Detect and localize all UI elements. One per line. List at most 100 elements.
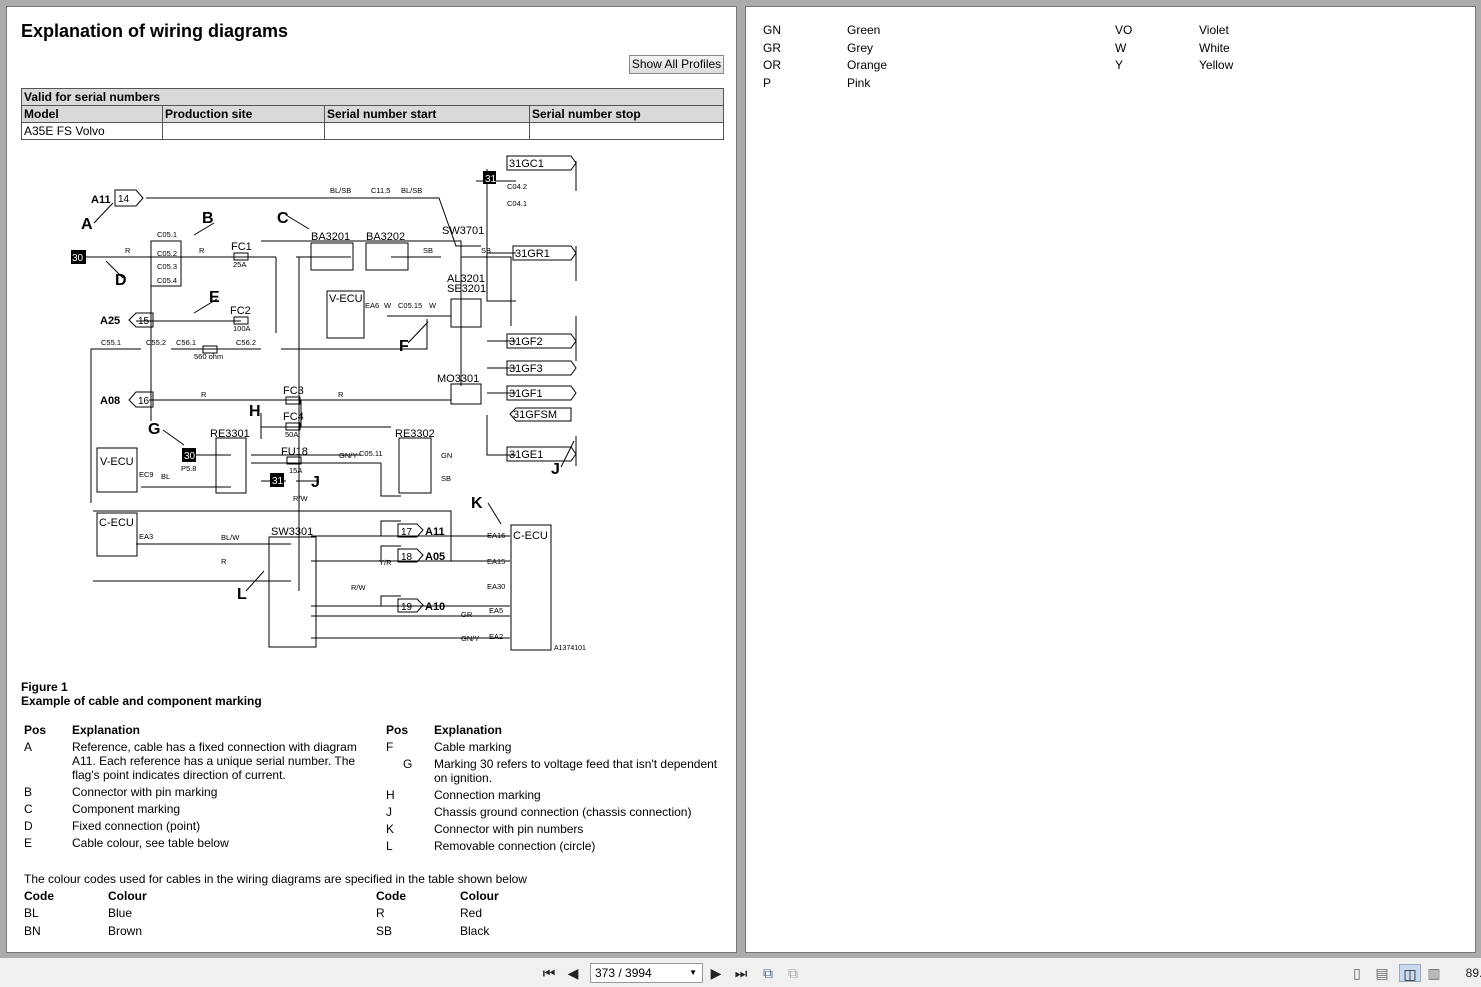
colour-table-right: VO Violet W White Y Yellow — [1115, 23, 1455, 76]
flag-number: 18 — [401, 552, 413, 563]
wire-label: EC9 — [139, 470, 154, 479]
prev-page-icon[interactable]: ◀ — [566, 964, 580, 982]
col-header: Serial number stop — [529, 105, 724, 123]
component-label: V-ECU — [329, 293, 363, 305]
wire-label: C56.1 — [176, 338, 196, 347]
marker-letter: F — [399, 338, 409, 355]
table-row: VO Violet — [1115, 23, 1455, 41]
cell — [324, 122, 530, 140]
colour-table-right: Code Colour R Red SB Black — [376, 889, 716, 941]
figure-title: Example of cable and component marking — [21, 694, 262, 708]
wire-label: BL — [161, 472, 170, 481]
figure-id: A1374101 — [554, 645, 586, 652]
component-label: FC2 — [230, 305, 251, 317]
ref-label: A11 — [91, 194, 111, 206]
wire-label: 100A — [233, 324, 251, 333]
colour-code: SB — [376, 923, 393, 938]
wiring-diagram: 30 31 30 31 A B C D E F G H J J K L A11 … — [71, 155, 586, 652]
flag-number: 19 — [401, 602, 413, 613]
explanation-text: Connector with pin numbers — [434, 822, 584, 836]
explanation-text: Reference, cable has a fixed connection … — [72, 740, 357, 782]
wire-label: W — [384, 301, 392, 310]
colour-code: P — [763, 75, 772, 90]
copy-icon[interactable]: ⧉ — [784, 964, 802, 982]
colour-name: Green — [847, 23, 881, 37]
facing-continuous-icon[interactable]: ▥ — [1426, 964, 1442, 982]
col-header: Production site — [162, 105, 325, 123]
header-pos: Pos — [386, 723, 409, 737]
zoom-level[interactable]: 89. — [1464, 964, 1481, 982]
colour-name: White — [1199, 40, 1230, 55]
pos-letter: B — [24, 785, 33, 799]
wire-label: SB — [423, 246, 433, 255]
ground-label: 31GFSM — [513, 409, 557, 421]
colour-code: W — [1115, 40, 1127, 55]
wire-label: EA5 — [489, 606, 503, 615]
table-row: P Pink — [763, 76, 1103, 94]
cell — [529, 122, 724, 140]
wire-label: EA3 — [139, 532, 153, 541]
wire-label: R — [125, 246, 131, 255]
single-page-icon[interactable]: ▯ — [1349, 964, 1365, 982]
explanation-text: Chassis ground connection (chassis conne… — [434, 805, 692, 819]
facing-icon[interactable]: ◫ — [1399, 964, 1421, 982]
colour-name: Blue — [108, 906, 133, 920]
pos-letter: E — [24, 836, 33, 850]
continuous-icon[interactable]: ▤ — [1374, 964, 1390, 982]
wire-label: R/W — [351, 583, 367, 592]
serial-table: Valid for serial numbers Model Productio… — [21, 88, 724, 140]
table-row: BN Brown — [24, 924, 364, 942]
explanations-left: Pos Explanation A Reference, cable has a f… — [24, 723, 374, 853]
component-label: RE3302 — [395, 428, 435, 440]
show-all-profiles-button[interactable]: Show All Profiles — [629, 55, 724, 74]
header-explanation: Explanation — [434, 723, 503, 737]
wire-label: R — [338, 390, 344, 399]
cell — [162, 122, 325, 140]
last-page-icon[interactable]: ⏭ — [733, 964, 749, 982]
list-item: C Component marking — [24, 802, 374, 816]
first-page-icon[interactable]: ⏮ — [541, 964, 557, 982]
marker-letter: B — [202, 210, 214, 227]
wire-label: C56.2 — [236, 338, 256, 347]
flag-number: 15 — [138, 316, 150, 327]
marker-letter: H — [249, 403, 261, 420]
colour-name: Pink — [847, 75, 871, 90]
ground-label: 31GF3 — [509, 363, 543, 375]
wire-label: R — [199, 246, 205, 255]
wire-label: GN/Y — [461, 634, 479, 643]
colour-name: Red — [460, 906, 483, 920]
wire-label: P5.8 — [181, 464, 196, 473]
flag-number: 17 — [401, 527, 413, 538]
flag-number: 16 — [138, 396, 150, 407]
component-label: V-ECU — [100, 456, 134, 468]
colour-code: Y — [1115, 58, 1124, 72]
marker-letter: A — [81, 216, 93, 233]
ref-label: A11 — [425, 526, 445, 538]
wire-label: C05.2 — [157, 249, 177, 258]
marker-letter: J — [551, 461, 560, 478]
wire-label: C04.2 — [507, 182, 527, 191]
ground-label: 31GR1 — [515, 248, 550, 260]
component-label: MO3301 — [437, 373, 479, 385]
page-number: 373 / 3994 — [595, 966, 652, 980]
colour-code: GN — [763, 23, 781, 37]
explanation-text: Fixed connection (point) — [72, 819, 201, 833]
pos-letter: J — [386, 805, 392, 819]
wire-label: C55.2 — [146, 338, 166, 347]
header-code: Code — [24, 889, 54, 903]
colour-name: Yellow — [1199, 58, 1234, 72]
viewer-toolbar: ⏮ ◀ 373 / 3994 ▼ ▶ ⏭ ⧉ ⧉ ▯ ▤ ◫ ▥ 89. — [0, 958, 1481, 987]
wire-label: SB — [441, 474, 451, 483]
marker-letter: J — [311, 474, 320, 491]
next-page-icon[interactable]: ▶ — [709, 964, 723, 982]
colour-code: OR — [763, 58, 781, 72]
wire-label: R/W — [293, 494, 309, 503]
colour-name: Brown — [108, 923, 143, 938]
page-number-select[interactable]: 373 / 3994 ▼ — [590, 963, 703, 983]
wire-label: R — [201, 390, 207, 399]
rotate-icon[interactable]: ⧉ — [759, 964, 777, 982]
col-header: Model — [21, 105, 163, 123]
colour-code: BN — [24, 923, 41, 938]
table-row: Y Yellow — [1115, 58, 1455, 76]
wire-label: C05.4 — [157, 276, 177, 285]
